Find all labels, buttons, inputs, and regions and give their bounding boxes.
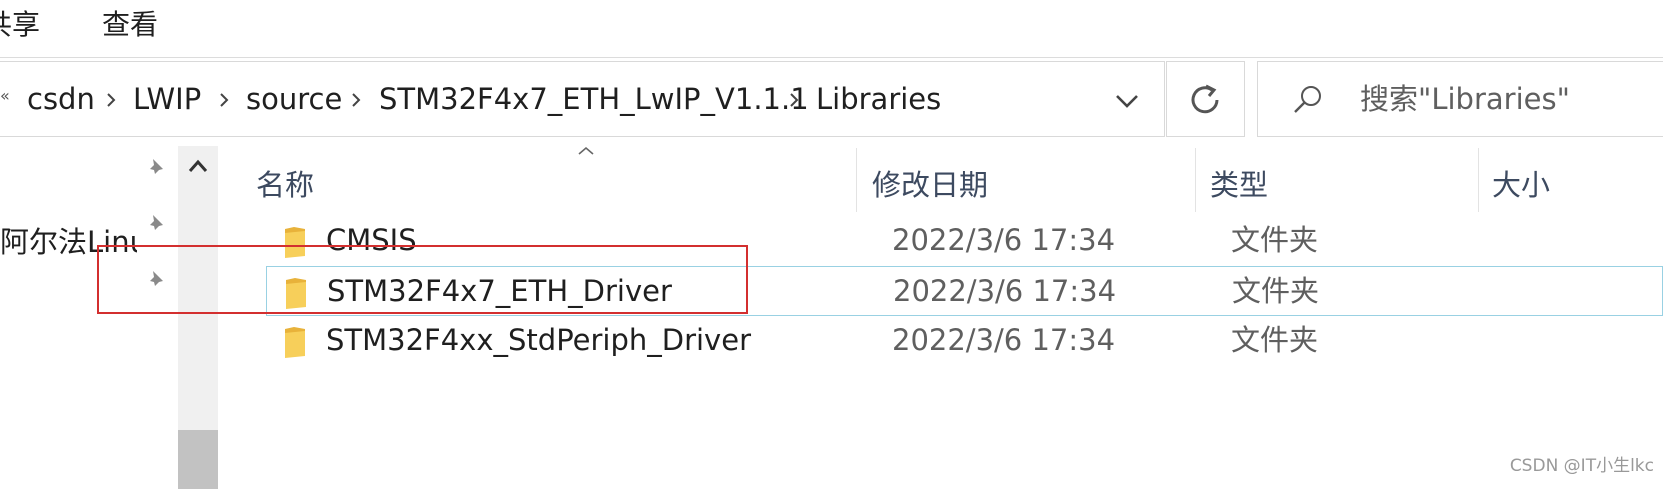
scroll-up-icon[interactable] [188,159,208,173]
column-header-type[interactable]: 类型 [1210,166,1268,204]
breadcrumb-libraries[interactable]: Libraries [816,81,941,117]
column-header-size[interactable]: 大小 [1492,166,1550,204]
navigation-pane: 阿尔法Linu: [0,146,222,489]
file-modified: 2022/3/6 17:34 [893,274,1117,308]
address-overflow-icon[interactable]: « [0,86,10,105]
refresh-button[interactable] [1166,61,1245,137]
chevron-down-icon[interactable] [1112,88,1142,114]
highlight-annotation-box [97,245,748,314]
column-divider[interactable] [856,148,857,212]
refresh-icon [1191,84,1219,114]
ribbon-divider [0,57,1663,58]
chevron-right-icon[interactable] [348,92,364,108]
watermark: CSDN @IT小生lkc [1509,456,1654,476]
list-item[interactable]: STM32F4xx_StdPeriph_Driver 2022/3/6 17:3… [266,316,1663,366]
column-divider[interactable] [1478,148,1479,212]
breadcrumb-lwip[interactable]: LWIP [133,81,201,117]
chevron-right-icon[interactable] [786,92,802,108]
file-list: 名称 修改日期 类型 大小 CMSIS 2022/3/6 17:34 文件夹 S… [222,146,1663,489]
sort-ascending-icon [578,146,594,155]
chevron-right-icon[interactable] [216,92,232,108]
file-modified: 2022/3/6 17:34 [892,223,1116,257]
address-bar[interactable]: « csdn LWIP source STM32F4x7_ETH_LwIP_V1… [0,61,1165,137]
column-divider[interactable] [1195,148,1196,212]
search-input[interactable]: 搜索"Libraries" [1360,81,1570,117]
file-explorer-window: 共享 查看 « csdn LWIP source STM32F4x7_ETH_L… [0,0,1663,489]
file-name[interactable]: STM32F4xx_StdPeriph_Driver [326,321,751,359]
scrollbar-thumb[interactable] [178,430,218,489]
breadcrumb-csdn[interactable]: csdn [27,81,95,117]
column-header-name[interactable]: 名称 [256,166,314,204]
file-type: 文件夹 [1231,223,1319,257]
file-type: 文件夹 [1232,274,1320,308]
tab-view[interactable]: 查看 [102,6,158,44]
pin-icon[interactable] [144,156,168,180]
file-modified: 2022/3/6 17:34 [892,323,1116,357]
search-box[interactable]: 搜索"Libraries" [1257,61,1663,137]
tab-share[interactable]: 共享 [0,6,40,44]
folder-icon [285,327,305,358]
search-icon [1294,86,1321,113]
chevron-right-icon[interactable] [103,92,119,108]
nav-scrollbar[interactable] [178,146,218,489]
pin-icon[interactable] [144,212,168,236]
breadcrumb-stm32f4x7-eth-lwip[interactable]: STM32F4x7_ETH_LwIP_V1.1.1 [379,81,809,117]
file-type: 文件夹 [1231,323,1319,357]
breadcrumb-source[interactable]: source [246,81,342,117]
column-header-modified[interactable]: 修改日期 [872,166,988,204]
